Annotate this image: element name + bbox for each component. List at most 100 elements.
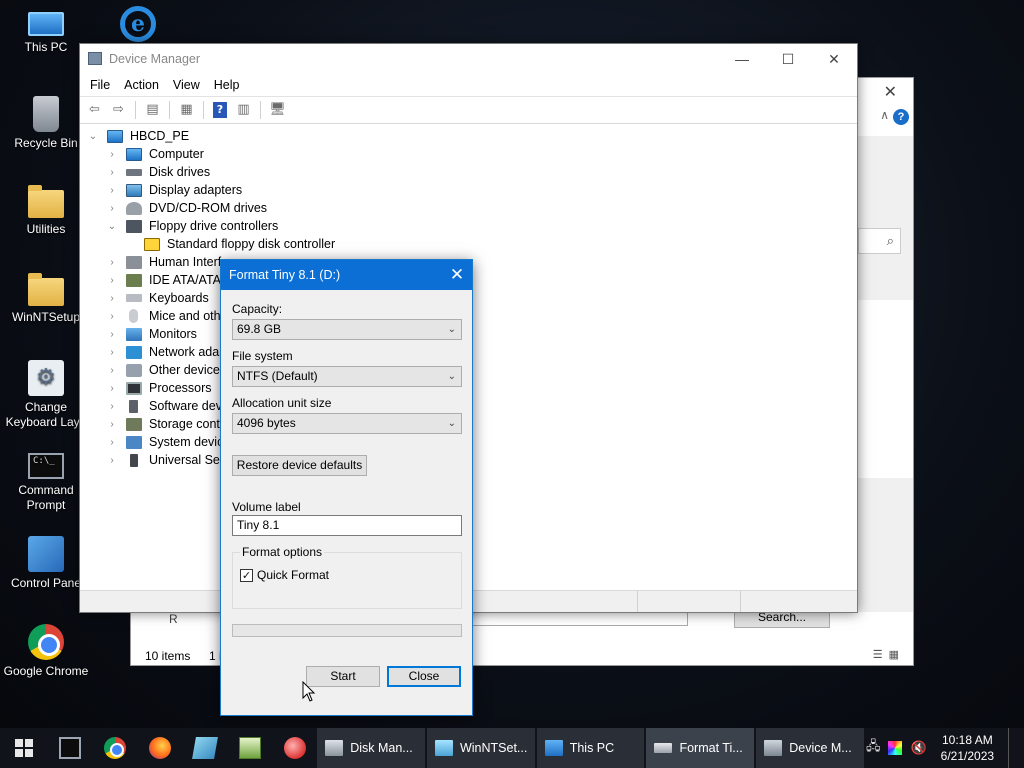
chevron-right-icon[interactable]: › [106, 329, 118, 340]
tree-item-usb-controllers[interactable]: › Universal Seria [106, 451, 233, 469]
chevron-right-icon[interactable]: › [106, 401, 118, 412]
task-label: Device M... [789, 741, 852, 755]
menu-action[interactable]: Action [117, 78, 166, 92]
quick-format-checkbox[interactable]: ✓ Quick Format [240, 568, 329, 582]
taskbar-task-winntsetup[interactable]: WinNTSet... [426, 728, 535, 768]
tree-item-standard-floppy[interactable]: Standard floppy disk controller [144, 235, 335, 253]
file-system-select[interactable]: NTFS (Default) ⌄ [232, 366, 462, 387]
tree-item-monitors[interactable]: › Monitors [106, 325, 197, 343]
start-button[interactable]: Start [306, 666, 380, 687]
taskbar-task-format[interactable]: Format Ti... [646, 728, 755, 768]
chevron-right-icon[interactable]: › [106, 185, 118, 196]
minimize-button[interactable]: — [719, 44, 765, 74]
volume-muted-icon[interactable]: 🔇 [910, 741, 926, 756]
taskbar-pin-chrome[interactable] [93, 728, 138, 768]
taskbar-pin-notepad-plus[interactable] [227, 728, 272, 768]
tree-item-software-devices[interactable]: › Software devic [106, 397, 231, 415]
desktop-icon-internet-explorer[interactable]: e [92, 6, 184, 46]
chevron-right-icon[interactable]: › [106, 203, 118, 214]
tree-item-network-adapters[interactable]: › Network adapt [106, 343, 229, 361]
taskbar-pin-command-prompt[interactable] [48, 728, 93, 768]
view-toggle-icons[interactable]: ☰▦ [873, 648, 905, 661]
chevron-right-icon[interactable]: › [106, 167, 118, 178]
tree-item-keyboards[interactable]: › Keyboards [106, 289, 208, 307]
tree-item-label: Monitors [149, 327, 197, 341]
tree-item-ide-ata[interactable]: › IDE ATA/ATAPI [106, 271, 233, 289]
close-button[interactable]: Close [387, 666, 461, 687]
tree-item-disk-drives[interactable]: › Disk drives [106, 163, 210, 181]
search-input[interactable]: ⌕ [858, 228, 901, 254]
forward-arrow-icon[interactable]: ⇨ [108, 100, 129, 120]
menu-file[interactable]: File [83, 78, 117, 92]
tree-item-human-interface[interactable]: › Human Interfa [106, 253, 228, 271]
chevron-up-icon[interactable]: ∧ [880, 108, 889, 122]
chevron-right-icon[interactable]: › [106, 365, 118, 376]
notepad-plus-icon [238, 737, 261, 759]
properties-icon[interactable]: ▦ [176, 100, 197, 120]
menu-view[interactable]: View [166, 78, 207, 92]
taskbar-task-disk-management[interactable]: Disk Man... [317, 728, 425, 768]
menu-help[interactable]: Help [207, 78, 247, 92]
help-icon[interactable]: ? [213, 102, 227, 118]
task-label: Format Ti... [679, 741, 743, 755]
capacity-value: 69.8 GB [237, 322, 282, 336]
chevron-down-icon[interactable]: ⌄ [106, 221, 118, 232]
desktop-icon-google-chrome[interactable]: Google Chrome [0, 624, 92, 679]
allocation-unit-select[interactable]: 4096 bytes ⌄ [232, 413, 462, 434]
show-desktop-button[interactable] [1008, 728, 1014, 768]
command-prompt-icon [59, 737, 82, 759]
restore-defaults-button[interactable]: Restore device defaults [232, 455, 367, 476]
close-button[interactable]: ✕ [811, 44, 857, 74]
chevron-right-icon[interactable]: › [106, 293, 118, 304]
command-prompt-icon: C:\_ [28, 453, 64, 479]
chevron-right-icon[interactable]: › [106, 383, 118, 394]
tree-item-label: Other devices [149, 363, 227, 377]
desktop-icon-label: Google Chrome [3, 664, 89, 678]
taskbar-task-this-pc[interactable]: This PC [536, 728, 645, 768]
tree-item-mice[interactable]: › Mice and othe [106, 307, 228, 325]
capacity-select[interactable]: 69.8 GB ⌄ [232, 319, 462, 340]
tree-item-other-devices[interactable]: › Other devices [106, 361, 226, 379]
tree-item-processors[interactable]: › Processors [106, 379, 212, 397]
maximize-button[interactable]: ☐ [765, 44, 811, 74]
format-progress-bar [232, 624, 462, 637]
close-icon[interactable]: ✕ [442, 260, 472, 290]
chevron-right-icon[interactable]: › [106, 437, 118, 448]
tree-item-storage-controllers[interactable]: › Storage contro [106, 415, 231, 433]
tree-item-computer[interactable]: › Computer [106, 145, 204, 163]
close-icon[interactable]: ✕ [884, 82, 897, 102]
chevron-right-icon[interactable]: › [106, 149, 118, 160]
help-icon[interactable]: ? [893, 109, 909, 125]
chevron-right-icon[interactable]: › [106, 455, 118, 466]
chevron-right-icon[interactable]: › [106, 311, 118, 322]
chevron-right-icon[interactable]: › [106, 419, 118, 430]
show-hide-tree-icon[interactable]: ▤ [142, 100, 163, 120]
view-list-icon[interactable]: ▥ [233, 100, 254, 120]
network-adapter-icon [126, 345, 142, 359]
tree-item-label: Processors [149, 381, 212, 395]
chevron-down-icon[interactable]: ⌄ [87, 131, 99, 142]
tree-item-dvd-drives[interactable]: › DVD/CD-ROM drives [106, 199, 267, 217]
tree-root[interactable]: ⌄ HBCD_PE [87, 127, 189, 145]
tree-item-system-devices[interactable]: › System devices [106, 433, 236, 451]
tree-item-display-adapters[interactable]: › Display adapters [106, 181, 242, 199]
taskbar-task-device-manager[interactable]: Device M... [756, 728, 864, 768]
start-button[interactable] [0, 728, 48, 768]
volume-label-input[interactable]: Tiny 8.1 [232, 515, 462, 536]
chevron-right-icon[interactable]: › [106, 257, 118, 268]
taskbar-pin-network[interactable] [272, 728, 317, 768]
network-icon[interactable]: 🖧 [866, 737, 881, 759]
taskbar: Disk Man... WinNTSet... This PC Format T… [0, 728, 1024, 768]
back-arrow-icon[interactable]: ⇦ [84, 100, 105, 120]
tree-item-floppy-controllers[interactable]: ⌄ Floppy drive controllers [106, 217, 278, 235]
scan-hardware-icon[interactable]: 🖥 [267, 100, 288, 120]
taskbar-pin-notepad[interactable] [183, 728, 228, 768]
format-drive-icon [654, 743, 673, 753]
chevron-right-icon[interactable]: › [106, 275, 118, 286]
chevron-right-icon[interactable]: › [106, 347, 118, 358]
taskbar-pin-firefox[interactable] [138, 728, 183, 768]
color-settings-icon[interactable] [888, 741, 903, 755]
this-pc-icon [544, 740, 563, 756]
task-label: WinNTSet... [459, 741, 528, 755]
clock[interactable]: 10:18 AM 6/21/2023 [941, 732, 994, 764]
